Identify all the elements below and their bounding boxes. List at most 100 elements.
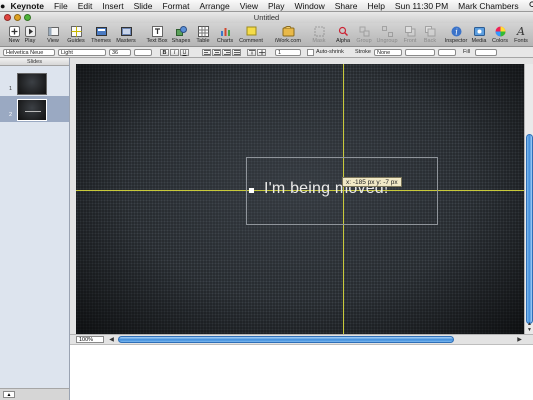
slide-thumbnail-1[interactable]: 1 (0, 70, 69, 96)
auto-shrink-label: Auto-shrink (316, 49, 344, 55)
textbox-icon (151, 25, 164, 37)
menu-arrange[interactable]: Arrange (194, 1, 234, 11)
back-button[interactable]: Back (417, 23, 443, 47)
group-label: Group (356, 38, 372, 44)
charts-button[interactable]: Charts (212, 23, 238, 47)
bold-button[interactable]: B (160, 49, 169, 56)
menu-insert[interactable]: Insert (97, 1, 128, 11)
menu-share[interactable]: Share (330, 1, 363, 11)
position-tooltip: x: -185 px y: -7 px (342, 177, 402, 187)
line-spacing-select[interactable]: 1 (275, 49, 301, 56)
menu-play[interactable]: Play (263, 1, 290, 11)
scroll-right-arrow-icon[interactable]: ▶ (516, 336, 523, 343)
stroke-label: Stroke (355, 49, 371, 55)
view-label: View (47, 38, 59, 44)
minimize-window-button[interactable] (14, 14, 21, 21)
window-title-bar[interactable]: Untitled (0, 12, 533, 23)
valign-middle-button[interactable] (257, 49, 266, 56)
font-style-select[interactable]: Light (58, 49, 106, 56)
align-left-button[interactable] (202, 49, 211, 56)
text-color-well[interactable] (134, 49, 152, 56)
font-size-select[interactable]: 36 (109, 49, 131, 56)
mask-button[interactable]: Mask (306, 23, 332, 47)
menu-help[interactable]: Help (362, 1, 389, 11)
menu-file[interactable]: File (49, 1, 73, 11)
zoom-window-button[interactable] (24, 14, 31, 21)
guides-label: Guides (67, 38, 85, 44)
valign-top-button[interactable] (247, 49, 256, 56)
stroke-width-field[interactable] (405, 49, 435, 56)
fonts-button[interactable]: A Fonts (508, 23, 533, 47)
ungroup-icon (381, 25, 394, 37)
spotlight-search-icon[interactable] (524, 0, 533, 11)
group-icon (358, 25, 371, 37)
menu-format[interactable]: Format (158, 1, 195, 11)
slide-canvas[interactable]: I'm being moved! x: -185 px y: -7 px (76, 64, 524, 334)
shapes-icon (175, 25, 188, 37)
scroll-left-arrow-icon[interactable]: ◀ (108, 336, 115, 343)
toolbar: New Play View Guides Themes Masters Text… (0, 23, 533, 47)
align-justify-button[interactable] (232, 49, 241, 56)
app-menu[interactable]: Keynote (5, 1, 49, 11)
menubar-clock[interactable]: Sun 11:30 PM (390, 1, 453, 11)
zoom-select[interactable]: 100% (76, 336, 104, 343)
alpha-label: Alpha (335, 38, 351, 44)
presenter-notes-area[interactable] (70, 344, 533, 400)
italic-button[interactable]: I (170, 49, 179, 56)
slide-thumbnail-2[interactable]: 2 (0, 96, 69, 122)
text-box-button[interactable]: Text Box (144, 23, 170, 47)
iwork-icon (282, 25, 295, 37)
scroll-down-arrow-icon[interactable]: ▼ (526, 327, 533, 333)
align-right-button[interactable] (222, 49, 231, 56)
mask-label: Mask (312, 38, 326, 44)
navigator-footer: ▲ (0, 388, 70, 400)
stroke-select[interactable]: None (374, 49, 402, 56)
media-label: Media (471, 38, 487, 44)
slide-preview (17, 99, 47, 121)
auto-shrink-checkbox[interactable] (307, 49, 314, 56)
guides-button[interactable]: Guides (63, 23, 89, 47)
iwork-button[interactable]: iWork.com (273, 23, 303, 47)
fonts-label: Fonts (514, 38, 528, 44)
mask-icon (313, 25, 326, 37)
ungroup-label: Ungroup (376, 38, 398, 44)
menu-edit[interactable]: Edit (73, 1, 98, 11)
shapes-label: Shapes (171, 38, 191, 44)
vertical-scrollbar[interactable]: ▲ ▼ (524, 64, 533, 334)
colors-icon (494, 25, 507, 37)
stroke-color-well[interactable] (438, 49, 456, 56)
navigator-header: Slides (0, 58, 69, 66)
window-title: Untitled (253, 13, 280, 22)
play-label: Play (24, 38, 36, 44)
front-icon (404, 25, 417, 37)
format-bar: Helvetica Neue Light 36 B I U 1 Auto-shr… (0, 47, 533, 58)
slide-number: 1 (9, 86, 13, 92)
navigator-view-options-button[interactable]: ▲ (3, 391, 15, 398)
close-window-button[interactable] (4, 14, 11, 21)
table-icon (197, 25, 210, 37)
iwork-label: iWork.com (275, 38, 301, 44)
menu-window[interactable]: Window (290, 1, 330, 11)
menubar-user[interactable]: Mark Chambers (453, 1, 523, 11)
back-label: Back (423, 38, 437, 44)
vertical-scroll-thumb[interactable] (526, 134, 533, 324)
themes-button[interactable]: Themes (88, 23, 114, 47)
masters-button[interactable]: Masters (113, 23, 139, 47)
comment-icon (245, 25, 258, 37)
comment-button[interactable]: Comment (238, 23, 264, 47)
menu-view[interactable]: View (235, 1, 263, 11)
underline-button[interactable]: U (180, 49, 189, 56)
text-box-label: Text Box (146, 38, 168, 44)
menu-slide[interactable]: Slide (129, 1, 158, 11)
fill-label: Fill (463, 49, 471, 55)
fill-color-well[interactable] (475, 49, 497, 56)
play-icon (24, 25, 37, 37)
align-center-button[interactable] (212, 49, 221, 56)
front-label: Front (403, 38, 417, 44)
horizontal-scroll-thumb[interactable] (118, 336, 454, 343)
font-family-select[interactable]: Helvetica Neue (3, 49, 55, 56)
charts-label: Charts (216, 38, 234, 44)
colors-label: Colors (492, 38, 508, 44)
slide-number: 2 (9, 112, 13, 118)
charts-icon (219, 25, 232, 37)
